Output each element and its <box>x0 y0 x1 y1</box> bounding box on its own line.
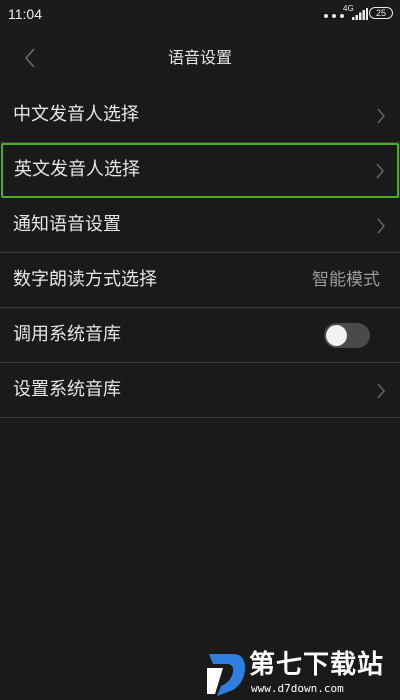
chevron-right-icon <box>377 218 385 234</box>
setting-label: 通知语音设置 <box>13 214 121 235</box>
page-title: 语音设置 <box>167 48 232 67</box>
chevron-right-icon <box>377 383 385 399</box>
signal-icon <box>352 8 368 20</box>
title-bar: 语音设置 <box>0 28 400 88</box>
setting-label: 设置系统音库 <box>13 379 121 400</box>
system-voice-library-toggle[interactable] <box>324 323 370 348</box>
toggle-knob <box>326 325 347 346</box>
chevron-right-icon <box>376 163 384 179</box>
setting-number-reading-mode[interactable]: 数字朗读方式选择 智能模式 <box>0 253 400 308</box>
setting-label: 调用系统音库 <box>13 324 121 345</box>
setting-label: 中文发音人选择 <box>13 104 139 125</box>
status-time: 11:04 <box>8 6 42 22</box>
setting-use-system-voice-library: 调用系统音库 <box>0 308 400 363</box>
battery-icon: 25 <box>369 7 393 19</box>
watermark: 第七下载站 www.d7down.com <box>203 648 398 700</box>
setting-chinese-voice[interactable]: 中文发音人选择 <box>0 88 400 143</box>
d7-logo-icon <box>207 654 245 696</box>
status-bar: 11:04 4G 25 <box>0 0 400 28</box>
setting-label: 数字朗读方式选择 <box>13 269 157 290</box>
settings-list: 中文发音人选择 英文发音人选择 通知语音设置 数字朗读方式选择 智能模式 调用系… <box>0 88 400 418</box>
setting-system-voice-library[interactable]: 设置系统音库 <box>0 363 400 418</box>
notification-dots-icon <box>324 14 344 18</box>
setting-value: 智能模式 <box>312 270 380 290</box>
setting-notification-voice[interactable]: 通知语音设置 <box>0 198 400 253</box>
watermark-name: 第七下载站 <box>249 650 385 680</box>
setting-label: 英文发音人选择 <box>14 159 140 180</box>
chevron-right-icon <box>377 108 385 124</box>
watermark-url: www.d7down.com <box>251 682 344 695</box>
setting-english-voice[interactable]: 英文发音人选择 <box>1 143 399 198</box>
